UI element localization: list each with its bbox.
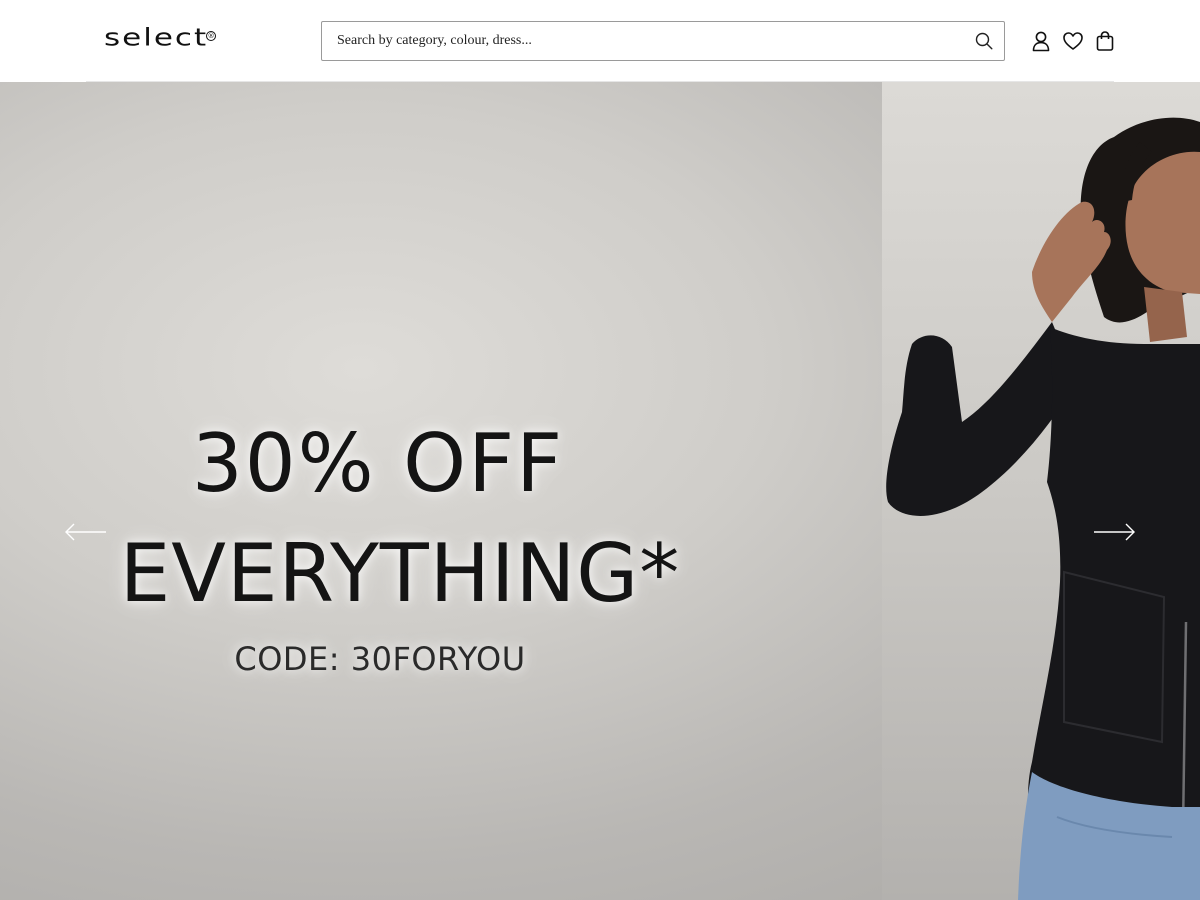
promo-headline-line2: EVERYTHING* bbox=[119, 527, 681, 620]
site-header: select ® bbox=[0, 0, 1200, 82]
wishlist-icon[interactable] bbox=[1062, 30, 1084, 52]
model-photo bbox=[886, 117, 1200, 900]
search-icon[interactable] bbox=[975, 32, 993, 50]
logo-wordmark: select bbox=[104, 23, 209, 52]
bag-icon[interactable] bbox=[1094, 30, 1116, 52]
promo-code: CODE: 30FORYOU bbox=[234, 640, 526, 678]
arrow-left-icon[interactable] bbox=[64, 522, 108, 542]
arrow-right-icon[interactable] bbox=[1092, 522, 1136, 542]
search-bar bbox=[321, 21, 1005, 61]
hero-carousel: 30% OFF EVERYTHING* CODE: 30FORYOU bbox=[0, 82, 1200, 900]
account-icon[interactable] bbox=[1030, 30, 1052, 52]
brand-logo[interactable]: select ® bbox=[104, 26, 270, 56]
promo-headline-line1: 30% OFF bbox=[191, 417, 565, 510]
search-input[interactable] bbox=[322, 22, 962, 60]
